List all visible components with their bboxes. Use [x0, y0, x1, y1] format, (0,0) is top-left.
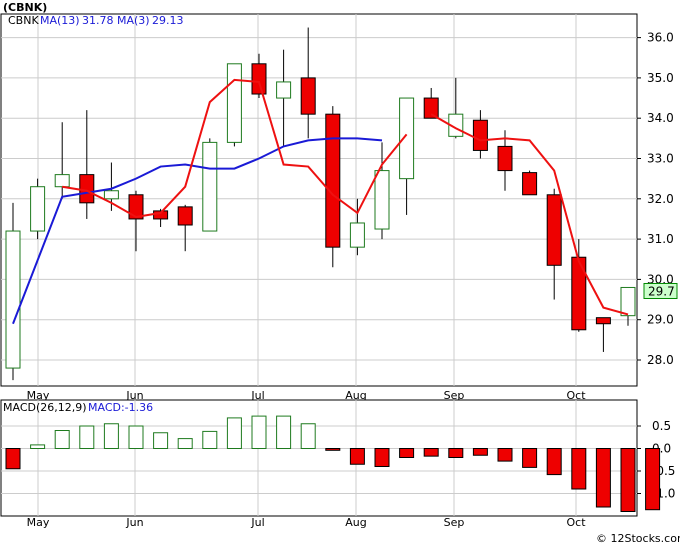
candle-body [202, 141, 218, 232]
macd-bar [423, 448, 439, 457]
candle-body [251, 63, 267, 95]
macd-plot-frame [0, 399, 638, 517]
candle-body [300, 77, 316, 115]
macd-bar [399, 448, 415, 458]
last-price-label: 29.7 [648, 284, 675, 298]
macd-bar [595, 448, 611, 508]
macd-bar [177, 438, 193, 450]
candle-body [497, 145, 513, 172]
price-y-tick-label: 32.0 [647, 192, 674, 206]
macd-bar [79, 425, 95, 449]
macd-x-tick-label: May [27, 516, 50, 529]
ticker-label: (CBNK) [3, 1, 47, 14]
macd-x-tick-label: Oct [566, 516, 586, 529]
chart-root: 28.0 29.0 30.0 31.0 32.0 33.0 34.0 35.0 36.0 May J… [0, 0, 680, 546]
legend-symbol: CBNK [8, 14, 39, 27]
macd-value-label: MACD:-1.36 [88, 401, 153, 414]
macd-bar [103, 423, 119, 449]
price-plot-frame [0, 13, 638, 387]
macd-bar [30, 444, 46, 449]
macd-bar [374, 448, 390, 467]
candle-body [620, 286, 636, 317]
macd-x-tick-label: Jun [125, 516, 143, 529]
macd-bar [522, 448, 538, 468]
chart-svg: 28.029.030.031.032.033.034.035.036.0May J… [0, 0, 680, 546]
legend-ma3-value: 29.13 [152, 14, 184, 27]
macd-bar [645, 448, 661, 511]
macd-bar [546, 448, 562, 476]
candle-body [325, 113, 341, 248]
candle-body [374, 170, 390, 230]
candle-body [522, 172, 538, 196]
macd-bar [202, 430, 218, 449]
candle-body [54, 174, 70, 188]
candle-body [595, 317, 611, 325]
price-y-tick-label: 35.0 [647, 71, 674, 85]
candle-body [79, 174, 95, 204]
candle-body [546, 194, 562, 266]
legend-ma13-value: 31.78 [82, 14, 114, 27]
legend-ma3-label: MA(3) [117, 14, 150, 27]
candle-body [177, 206, 193, 226]
candle-body [571, 256, 587, 331]
candle-body [399, 97, 415, 180]
candle-body [5, 230, 21, 369]
price-y-tick-label: 36.0 [647, 31, 674, 45]
macd-bar [325, 448, 341, 451]
candle-body [226, 63, 242, 143]
candle-body [103, 190, 119, 200]
macd-bar [54, 430, 70, 449]
macd-bar [128, 425, 144, 449]
macd-bar [620, 448, 636, 512]
macd-x-tick-label: Jul [250, 516, 264, 529]
legend-ma13-label: MA(13) [40, 14, 80, 27]
macd-bar [153, 432, 169, 449]
candle-body [472, 119, 488, 151]
candle-body [349, 222, 365, 248]
price-y-tick-label: 34.0 [647, 111, 674, 125]
macd-bar [497, 448, 513, 462]
candle-body [30, 186, 46, 232]
price-y-tick-label: 28.0 [647, 353, 674, 367]
price-y-tick-label: 33.0 [647, 152, 674, 166]
price-panel: 28.029.030.031.032.033.034.035.036.0May J… [0, 13, 678, 402]
macd-x-tick-label: Sep [444, 516, 465, 529]
macd-bar [300, 423, 316, 449]
macd-bar [276, 415, 292, 450]
price-y-tick-label: 31.0 [647, 232, 674, 246]
macd-bar [226, 417, 242, 449]
macd-bar [448, 448, 464, 458]
macd-panel: 0.50.0-0.5-1.0May Jun Jul Aug Sep Oct [0, 399, 675, 529]
macd-y-tick-label: 0.5 [652, 419, 671, 433]
macd-x-tick-label: Aug [345, 516, 366, 529]
macd-bar [251, 415, 267, 450]
macd-title: MACD(26,12,9) [3, 401, 87, 414]
price-y-tick-label: 29.0 [647, 313, 674, 327]
watermark-text: © 12Stocks.com [596, 532, 680, 545]
macd-bar [5, 448, 21, 470]
candle-body [276, 81, 292, 99]
macd-bar [571, 448, 587, 490]
macd-bar [472, 448, 488, 456]
macd-bar [349, 448, 365, 465]
